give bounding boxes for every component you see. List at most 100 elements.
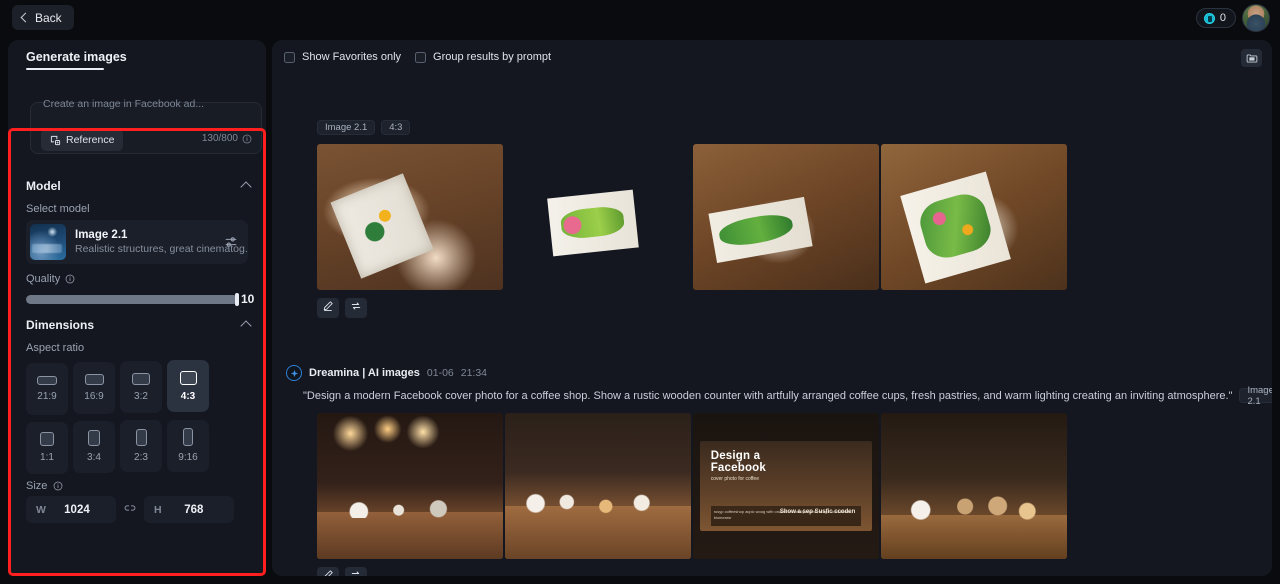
- generate-panel: Generate images Create an image in Faceb…: [8, 40, 266, 576]
- model-name: Image 2.1: [75, 229, 128, 241]
- aspect-ratio-shape-icon: [40, 432, 54, 446]
- edit-button[interactable]: [317, 567, 339, 576]
- width-input[interactable]: W 1024: [26, 496, 116, 523]
- aspect-ratio-1-1[interactable]: 1:1: [26, 421, 68, 474]
- aspect-ratio-label-3-4: 3:4: [87, 452, 101, 463]
- result-time: 21:34: [460, 367, 488, 379]
- quality-label: Quality: [26, 273, 61, 285]
- model-thumbnail: [30, 224, 66, 260]
- model-settings-icon[interactable]: [224, 235, 238, 254]
- generated-image[interactable]: [881, 144, 1067, 290]
- filter-checkbox-favorites[interactable]: Show Favorites only: [284, 51, 401, 63]
- generated-image[interactable]: [317, 413, 503, 559]
- checkbox-icon[interactable]: [284, 51, 295, 63]
- generated-image[interactable]: [505, 144, 691, 290]
- regenerate-button[interactable]: [345, 567, 367, 576]
- aspect-ratio-label: Aspect ratio: [26, 342, 85, 354]
- dreamina-logo-icon: [286, 365, 302, 381]
- reference-button-label: Reference: [66, 134, 115, 146]
- overlay-heading-line2: Facebook: [710, 461, 766, 474]
- generated-image[interactable]: [317, 144, 503, 290]
- overlay-heading-line1: Design a: [710, 449, 761, 462]
- link-dimensions-icon[interactable]: [116, 501, 144, 518]
- folder-icon: [1246, 53, 1257, 63]
- regenerate-icon: [350, 299, 362, 317]
- edit-button[interactable]: [317, 298, 339, 318]
- panel-title: Generate images: [26, 50, 127, 64]
- model-description: Realistic structures, great cinematog...: [75, 243, 248, 255]
- size-info-icon[interactable]: [53, 481, 63, 491]
- aspect-ratio-label-21-9: 21:9: [37, 390, 57, 402]
- aspect-ratio-9-16[interactable]: 9:16: [167, 419, 209, 472]
- avatar[interactable]: [1242, 4, 1270, 32]
- generated-image[interactable]: [881, 413, 1067, 559]
- result-date: 01-06: [426, 367, 454, 379]
- credits-badge[interactable]: 0: [1195, 8, 1236, 28]
- result-group: Dreamina | AI images 01-06 21:34 "Design a …: [272, 365, 1272, 576]
- result-prompt-text: "Design a modern Facebook cover photo fo…: [303, 389, 1233, 402]
- coin-icon: [1203, 12, 1215, 24]
- results-panel: Show Favorites only Group results by prom…: [272, 40, 1272, 576]
- filter-label: Show Favorites only: [302, 51, 402, 63]
- quality-slider[interactable]: [26, 293, 239, 306]
- width-key: W: [36, 503, 46, 516]
- quality-info-icon[interactable]: [65, 274, 75, 284]
- model-selector[interactable]: Image 2.1 Realistic structures, great ci…: [26, 220, 248, 264]
- image-row: Design a Facebook cover photo for coffee ru…: [317, 413, 1272, 559]
- panel-title-underline: [26, 68, 104, 70]
- model-collapse-chevron-icon[interactable]: [240, 181, 252, 193]
- generated-image[interactable]: Design a Facebook cover photo for coffee ru…: [693, 413, 879, 559]
- image-actions: [317, 567, 1272, 576]
- overlay-footer-bar: rusyp coffeeshop acpic woog with onants …: [710, 505, 862, 526]
- aspect-ratio-4-3[interactable]: 4:3: [167, 360, 209, 412]
- aspect-ratio-shape-icon: [179, 370, 197, 385]
- back-button[interactable]: Back: [12, 5, 74, 30]
- aspect-ratio-label-3-2: 3:2: [134, 390, 148, 402]
- quality-slider-handle[interactable]: [235, 293, 239, 306]
- aspect-ratio-21-9[interactable]: 21:9: [26, 362, 68, 415]
- result-badges: Image 2.14:3: [1239, 385, 1272, 407]
- generated-image[interactable]: [693, 144, 879, 290]
- credits-value: 0: [1219, 12, 1226, 24]
- reference-button[interactable]: Reference: [41, 129, 124, 151]
- model-section-title: Model: [26, 179, 61, 193]
- aspect-ratio-shape-icon: [88, 430, 100, 446]
- aspect-ratio-shape-icon: [183, 428, 193, 446]
- aspect-ratio-shape-icon: [132, 372, 150, 385]
- result-badges: Image 2.14:3: [317, 120, 1272, 135]
- prompt-text-clipped: Create an image in Facebook ad...: [43, 98, 205, 110]
- folder-button[interactable]: [1241, 49, 1262, 67]
- edit-icon: [322, 568, 334, 576]
- edit-icon: [322, 299, 334, 317]
- dimensions-section-title: Dimensions: [26, 318, 95, 332]
- size-row: W 1024 H 768: [26, 496, 234, 523]
- aspect-ratio-label-16-9: 16:9: [84, 390, 104, 402]
- aspect-ratio-16-9[interactable]: 16:9: [73, 361, 115, 414]
- size-label: Size: [26, 480, 48, 492]
- filter-checkbox-group-by-prompt[interactable]: Group results by prompt: [415, 51, 551, 63]
- badge: Image 2.1: [317, 120, 376, 135]
- top-bar: Back 0: [0, 0, 1280, 36]
- overlay-footer-right: Show a sep Susfic ccoden: [779, 509, 856, 516]
- aspect-ratio-shape-icon: [135, 429, 147, 446]
- back-button-label: Back: [35, 10, 62, 25]
- generated-image[interactable]: [505, 413, 691, 559]
- char-counter-value: 130/800: [201, 133, 238, 144]
- aspect-ratio-3-2[interactable]: 3:2: [120, 361, 162, 413]
- width-value: 1024: [64, 503, 90, 516]
- info-icon[interactable]: [242, 134, 252, 144]
- aspect-ratio-3-4[interactable]: 3:4: [73, 420, 115, 473]
- regenerate-icon: [350, 568, 362, 576]
- quality-value: 10: [241, 292, 255, 306]
- aspect-ratio-grid: 21:9 16:9 3:2 4:3 1:1 3:4 2:3 9:16: [26, 360, 250, 479]
- regenerate-button[interactable]: [345, 298, 367, 318]
- checkbox-icon[interactable]: [415, 51, 427, 63]
- dimensions-collapse-chevron-icon[interactable]: [240, 320, 252, 332]
- aspect-ratio-shape-icon: [84, 373, 104, 385]
- prompt-card[interactable]: Create an image in Facebook ad... Refere…: [30, 98, 262, 154]
- height-input[interactable]: H 768: [144, 496, 234, 523]
- height-value: 768: [184, 503, 204, 516]
- result-group: Image 2.1 4:3: [272, 120, 1272, 318]
- aspect-ratio-2-3[interactable]: 2:3: [120, 420, 162, 472]
- result-header: Dreamina | AI images 01-06 21:34: [286, 365, 1272, 381]
